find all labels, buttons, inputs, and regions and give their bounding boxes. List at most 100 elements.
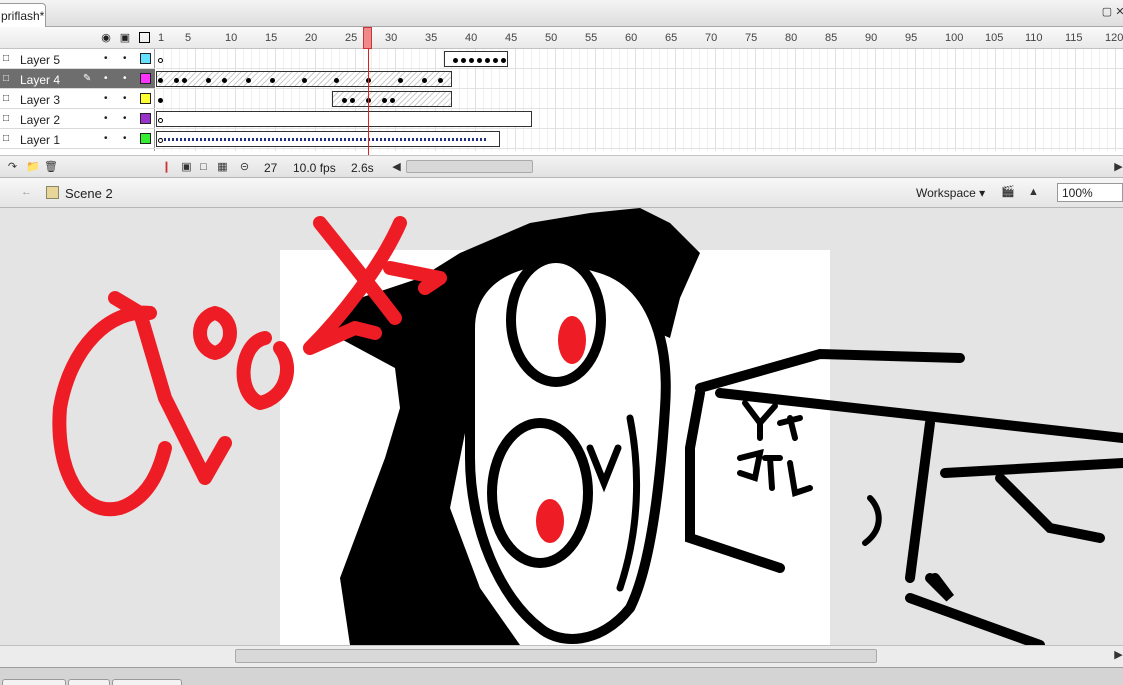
stage-artwork[interactable] [0, 208, 1123, 645]
keyframe[interactable] [158, 118, 163, 123]
lock-toggle[interactable]: • [123, 113, 127, 124]
layer-row[interactable]: □ Layer 1 • • [0, 129, 155, 149]
onion-markers-icon[interactable]: ⊝ [238, 161, 251, 174]
visibility-toggle[interactable]: • [104, 93, 108, 104]
outline-icon[interactable] [139, 32, 150, 43]
new-folder-icon[interactable]: 📁 [26, 161, 40, 174]
keyframe[interactable] [222, 78, 227, 83]
keyframe[interactable] [469, 58, 474, 63]
timeline-scroll-thumb[interactable] [406, 160, 533, 173]
layer-color-swatch[interactable] [140, 113, 151, 124]
layer-name[interactable]: Layer 1 [20, 133, 60, 147]
panel-tab[interactable] [2, 679, 66, 685]
panel-tab[interactable] [112, 679, 182, 685]
ruler-label: 100 [945, 32, 964, 44]
keyframe[interactable] [158, 78, 163, 83]
keyframe[interactable] [461, 58, 466, 63]
keyframe[interactable] [270, 78, 275, 83]
layer-color-swatch[interactable] [140, 133, 151, 144]
delete-layer-icon[interactable]: 🗑 [44, 161, 58, 174]
scroll-right-icon[interactable]: ▶ [1112, 649, 1123, 662]
center-frame-icon[interactable]: ❙ [160, 161, 173, 174]
layer-name[interactable]: Layer 2 [20, 113, 60, 127]
arm-shape[interactable] [685, 348, 1123, 645]
keyframe[interactable] [398, 78, 403, 83]
edit-scene-icon[interactable]: 🎬 [1001, 186, 1015, 199]
edit-symbols-icon[interactable]: ▲ [1027, 186, 1040, 199]
close-icon[interactable]: ✕ [1114, 6, 1123, 18]
frame-span[interactable] [156, 111, 532, 127]
frame-row-layer-4[interactable] [156, 69, 1123, 89]
keyframe[interactable] [493, 58, 498, 63]
zoom-field[interactable]: 100% [1057, 183, 1123, 202]
lock-icon[interactable]: ▣ [119, 32, 131, 44]
keyframe[interactable] [485, 58, 490, 63]
workspace-menu[interactable]: Workspace ▾ [916, 186, 985, 200]
keyframe[interactable] [453, 58, 458, 63]
stage-scroll-thumb[interactable] [235, 649, 877, 663]
keyframe[interactable] [382, 98, 387, 103]
keyframe[interactable] [174, 78, 179, 83]
minimize-icon[interactable]: ▢ [1101, 6, 1113, 18]
keyframe[interactable] [477, 58, 482, 63]
keyframe[interactable] [501, 58, 506, 63]
ruler-label: 10 [225, 32, 238, 44]
eye-lower[interactable] [487, 418, 593, 568]
scroll-left-icon[interactable]: ◀ [390, 161, 403, 174]
layer-name[interactable]: Layer 4 [20, 73, 60, 87]
layer-row[interactable]: □ Layer 3 • • [0, 89, 155, 109]
back-arrow-icon[interactable]: ← [20, 186, 33, 199]
layer-row[interactable]: □ Layer 2 • • [0, 109, 155, 129]
layer-row[interactable]: □ Layer 4 ✎ • • [0, 69, 155, 89]
eye-icon[interactable]: ◉ [100, 32, 112, 44]
elapsed-time-readout: 2.6s [351, 161, 374, 175]
scroll-right-icon[interactable]: ▶ [1112, 161, 1123, 174]
onion-skin-icon[interactable]: ▣ [180, 161, 193, 174]
keyframe[interactable] [390, 98, 395, 103]
layer-color-swatch[interactable] [140, 73, 151, 84]
new-layer-icon[interactable]: ↷ [6, 161, 19, 174]
ruler-label: 105 [985, 32, 1004, 44]
layer-color-swatch[interactable] [140, 53, 151, 64]
frame-row-layer-1[interactable] [156, 129, 1123, 149]
keyframe[interactable] [158, 58, 163, 63]
layer-color-swatch[interactable] [140, 93, 151, 104]
keyframe[interactable] [350, 98, 355, 103]
keyframe[interactable] [158, 98, 163, 103]
lock-toggle[interactable]: • [123, 133, 127, 144]
visibility-toggle[interactable]: • [104, 113, 108, 124]
visibility-toggle[interactable]: • [104, 53, 108, 64]
keyframe[interactable] [302, 78, 307, 83]
frame-row-layer-3[interactable] [156, 89, 1123, 109]
lock-toggle[interactable]: • [123, 53, 127, 64]
keyframe[interactable] [342, 98, 347, 103]
onion-outline-icon[interactable]: □ [197, 161, 210, 174]
playhead[interactable] [363, 27, 372, 49]
visibility-toggle[interactable]: • [104, 73, 108, 84]
scene-name[interactable]: Scene 2 [65, 186, 113, 201]
keyframe[interactable] [158, 138, 163, 143]
lock-toggle[interactable]: • [123, 93, 127, 104]
scene-icon [46, 186, 59, 199]
keyframe[interactable] [182, 78, 187, 83]
visibility-toggle[interactable]: • [104, 133, 108, 144]
frame-row-layer-5[interactable] [156, 49, 1123, 69]
layer-name[interactable]: Layer 5 [20, 53, 60, 67]
keyframe[interactable] [206, 78, 211, 83]
panel-tab[interactable] [68, 679, 110, 685]
layer-name[interactable]: Layer 3 [20, 93, 60, 107]
layer-row[interactable]: □ Layer 5 • • [0, 49, 155, 69]
keyframe[interactable] [438, 78, 443, 83]
keyframe[interactable] [422, 78, 427, 83]
stage-horizontal-scrollbar[interactable]: ▶ [0, 645, 1123, 667]
frame-row-layer-2[interactable] [156, 109, 1123, 129]
frame-rate-readout[interactable]: 10.0 fps [293, 161, 336, 175]
frame-grid[interactable] [156, 49, 1123, 151]
keyframe[interactable] [246, 78, 251, 83]
stage-area[interactable] [0, 208, 1123, 645]
lock-toggle[interactable]: • [123, 73, 127, 84]
document-tab[interactable]: priflash* [0, 3, 46, 27]
eye-upper[interactable] [506, 253, 606, 387]
keyframe[interactable] [334, 78, 339, 83]
edit-multiple-icon[interactable]: ▦ [216, 161, 229, 174]
